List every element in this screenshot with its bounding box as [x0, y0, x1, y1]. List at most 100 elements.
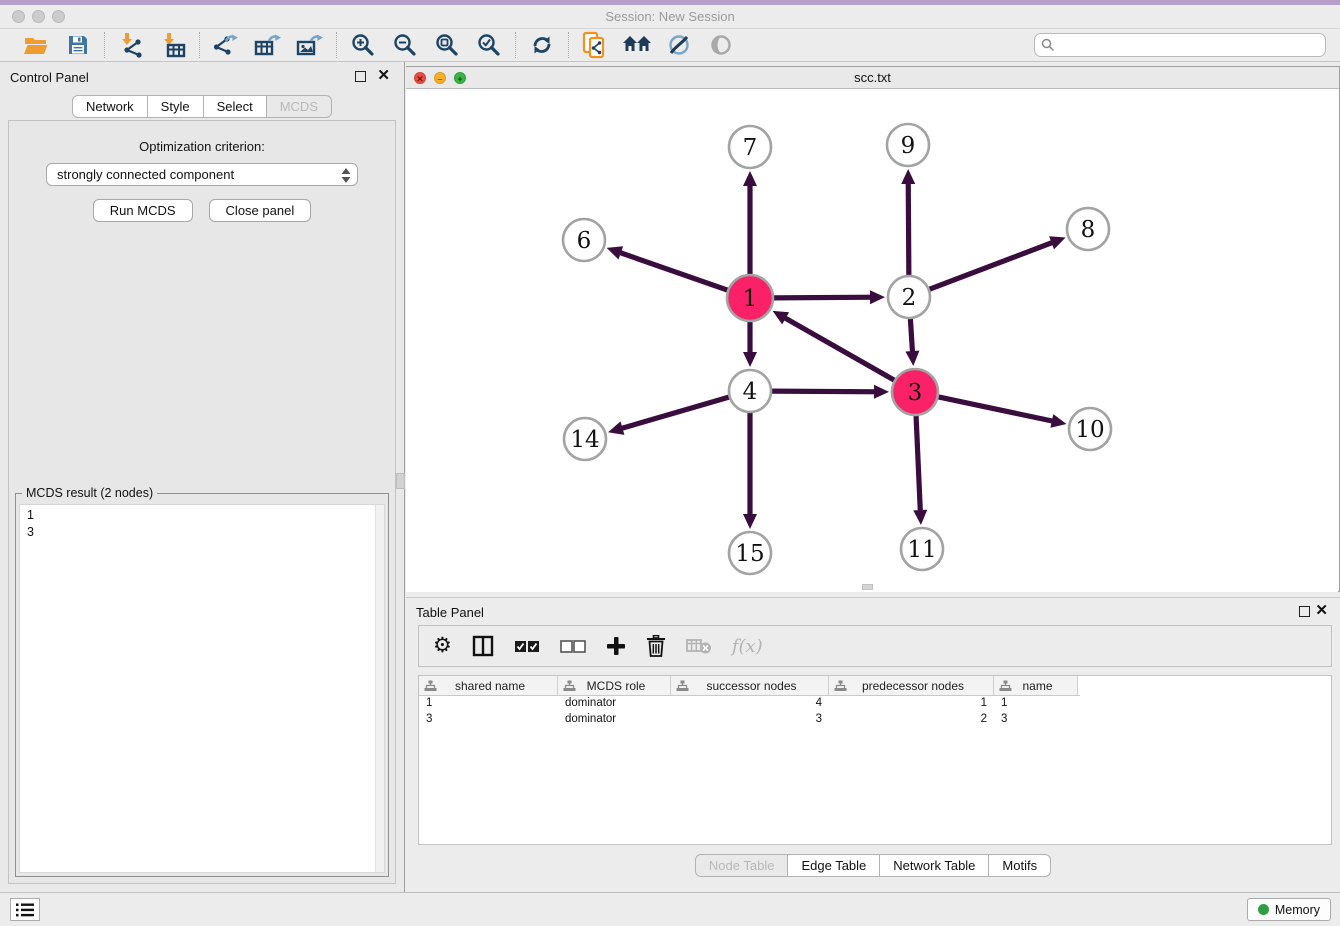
float-panel-icon[interactable] [355, 71, 366, 82]
mcds-result-scrollbar[interactable] [375, 505, 384, 872]
export-table-button[interactable] [254, 31, 282, 59]
mcds-result-title: MCDS result (2 nodes) [22, 486, 157, 500]
table-cell[interactable]: dominator [558, 712, 671, 728]
export-image-icon [296, 32, 324, 58]
graph-edge-1-6[interactable] [614, 251, 727, 291]
edge-arrowhead [905, 351, 919, 366]
eye-icon [709, 33, 733, 57]
style-button[interactable] [665, 31, 693, 59]
graph-node-label: 11 [907, 537, 936, 563]
close-panel-button[interactable]: Close panel [209, 199, 312, 222]
graph-node-label: 15 [735, 541, 764, 567]
search-input[interactable] [1034, 33, 1326, 57]
tab-motifs[interactable]: Motifs [989, 854, 1051, 877]
edge-arrowhead [743, 171, 757, 186]
graph-edge-2-8[interactable] [930, 240, 1059, 289]
delete-trash-icon[interactable] [646, 635, 666, 657]
zoom-out-button[interactable] [391, 31, 419, 59]
tab-edge-table[interactable]: Edge Table [788, 854, 880, 877]
column-header-predecessor-nodes[interactable]: predecessor nodes [829, 676, 994, 695]
table-cell[interactable]: 1 [829, 696, 994, 712]
delete-table-icon-disabled [686, 637, 712, 655]
tab-style[interactable]: Style [148, 95, 204, 118]
graph-edge-4-3[interactable] [772, 391, 881, 392]
table-cell[interactable]: 1 [994, 696, 1078, 712]
table-cell[interactable]: 3 [994, 712, 1078, 728]
export-image-button[interactable] [296, 31, 324, 59]
function-builder-icon: f(x) [732, 636, 763, 657]
import-table-button[interactable] [159, 31, 187, 59]
column-header-shared-name[interactable]: shared name [419, 676, 558, 695]
mcds-result-lines: 13 [20, 505, 384, 541]
table-row[interactable]: 1dominator411 [419, 696, 1331, 712]
close-panel-icon[interactable]: ✕ [1315, 605, 1328, 616]
memory-button[interactable]: Memory [1247, 898, 1331, 921]
tab-node-table[interactable]: Node Table [695, 854, 789, 877]
float-panel-icon[interactable] [1299, 606, 1310, 617]
select-stepper-icon [340, 167, 352, 184]
graph-node-label: 1 [743, 286, 758, 312]
edge-arrowhead [874, 385, 889, 399]
table-cell[interactable]: 2 [829, 712, 994, 728]
table-cell[interactable]: 4 [671, 696, 829, 712]
control-panel-tabs: Network Style Select MCDS [0, 95, 404, 118]
zoom-in-button[interactable] [349, 31, 377, 59]
tab-mcds[interactable]: MCDS [267, 95, 332, 118]
run-mcds-button[interactable]: Run MCDS [93, 199, 193, 222]
close-panel-icon[interactable]: ✕ [377, 70, 390, 81]
graph-edge-3-11[interactable] [916, 416, 921, 517]
control-panel: Control Panel ✕ Network Style Select MCD… [0, 62, 405, 892]
table-cell[interactable]: 3 [671, 712, 829, 728]
network-graph-canvas[interactable]: 1234678910111415 [406, 89, 1338, 592]
tab-select[interactable]: Select [204, 95, 267, 118]
refresh-button[interactable] [528, 31, 556, 59]
tab-network-table[interactable]: Network Table [880, 854, 989, 877]
zoom-selected-button[interactable] [475, 31, 503, 59]
zoom-selected-icon [477, 33, 501, 57]
import-network-button[interactable] [117, 31, 145, 59]
zoom-fit-button[interactable] [433, 31, 461, 59]
column-header-MCDS-role[interactable]: MCDS role [558, 676, 671, 695]
table-panel: Table Panel ✕ ⚙ [406, 597, 1340, 890]
control-panel-header: Control Panel ✕ [0, 62, 404, 90]
split-drag-handle[interactable] [396, 473, 405, 489]
save-session-button[interactable] [64, 31, 92, 59]
table-cell[interactable]: dominator [558, 696, 671, 712]
graph-edge-3-10[interactable] [938, 397, 1058, 422]
table-settings-gear-icon[interactable]: ⚙ [433, 636, 452, 656]
mcds-result-textarea[interactable]: 13 [19, 504, 385, 873]
graph-node-label: 9 [901, 133, 916, 159]
mcds-result-line: 3 [27, 524, 384, 541]
graph-edge-1-2[interactable] [774, 297, 877, 298]
open-session-button[interactable] [22, 31, 50, 59]
column-header-successor-nodes[interactable]: successor nodes [671, 676, 829, 695]
window-title: Session: New Session [0, 9, 1340, 24]
graph-edge-4-14[interactable] [616, 397, 729, 430]
graph-edge-3-1[interactable] [780, 315, 895, 380]
table-row[interactable]: 3dominator323 [419, 712, 1331, 728]
node-table[interactable]: shared nameMCDS rolesuccessor nodesprede… [418, 675, 1332, 845]
eye-button[interactable] [707, 31, 735, 59]
clone-network-button[interactable] [581, 31, 609, 59]
zoom-out-icon [393, 33, 417, 57]
tab-network[interactable]: Network [72, 95, 148, 118]
add-row-icon[interactable] [606, 636, 626, 656]
edge-arrowhead [913, 510, 927, 525]
graph-edge-2-9[interactable] [908, 177, 909, 275]
export-network-button[interactable] [212, 31, 240, 59]
right-column: ✕ – + scc.txt 1234678910111415 Table Pan… [406, 62, 1340, 892]
table-cell[interactable]: 1 [419, 696, 558, 712]
list-icon [15, 902, 35, 918]
deselect-all-icon[interactable] [560, 640, 586, 653]
home-button[interactable] [623, 31, 651, 59]
task-history-button[interactable] [10, 898, 40, 921]
select-all-icon[interactable] [514, 640, 540, 653]
column-header-name[interactable]: name [994, 676, 1078, 695]
graph-node-label: 4 [743, 379, 758, 405]
table-cell[interactable]: 3 [419, 712, 558, 728]
show-columns-icon[interactable] [472, 635, 494, 657]
save-disk-icon [67, 34, 89, 56]
memory-label: Memory [1275, 903, 1320, 917]
network-resize-handle[interactable] [862, 584, 873, 590]
criterion-select[interactable]: strongly connected component [46, 163, 358, 186]
